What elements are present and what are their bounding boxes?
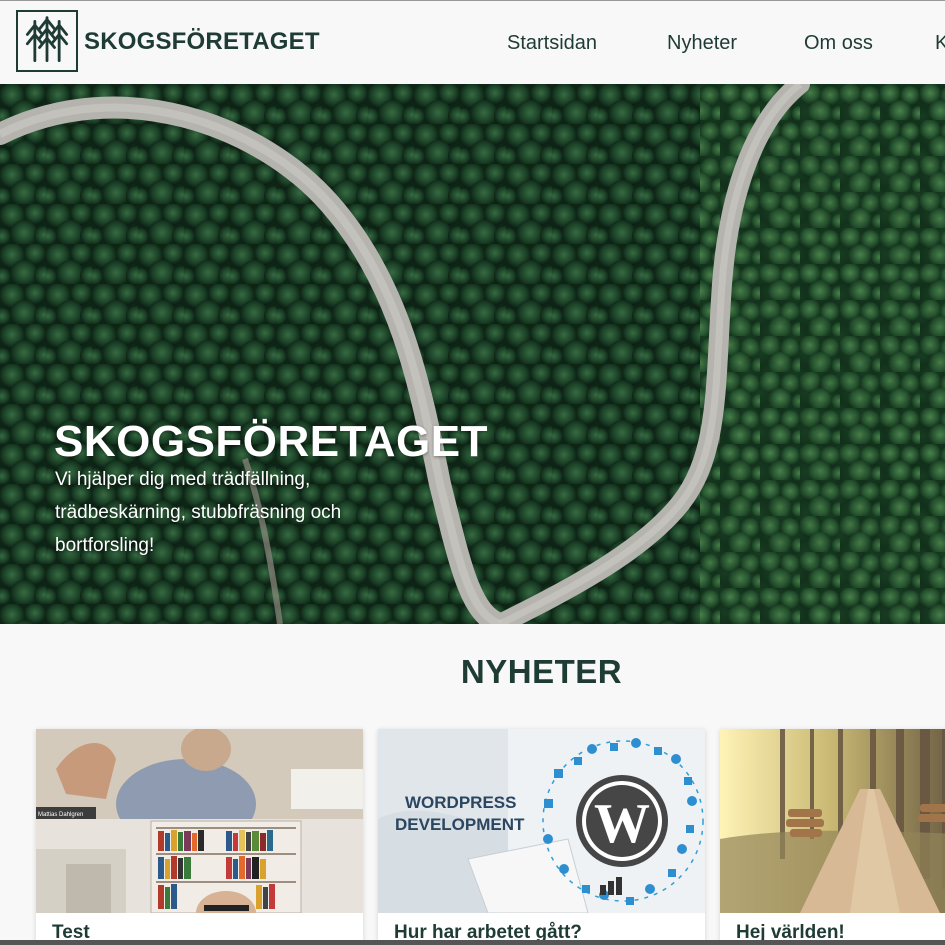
participant-name-label: Mattias Dahlgren	[38, 812, 83, 818]
brand-name[interactable]: SKOGSFÖRETAGET	[84, 28, 320, 56]
wordpress-development-image: WORDPRESS DEVELOPMENT W	[378, 729, 705, 913]
hero-title: SKOGSFÖRETAGET	[54, 417, 488, 466]
wordpress-text: WORDPRESS	[405, 793, 516, 812]
bottom-scroll-edge	[0, 940, 945, 945]
nav-startsidan[interactable]: Startsidan	[507, 32, 597, 55]
news-card-arbetet[interactable]: WORDPRESS DEVELOPMENT W Hur har arbetet …	[378, 729, 705, 945]
news-card-test[interactable]: Mattias Dahlgren Test	[36, 729, 363, 945]
svg-text:W: W	[594, 793, 650, 855]
news-card-hej-varlden[interactable]: Hej världen!	[720, 729, 945, 945]
site-header: SKOGSFÖRETAGET Startsidan Nyheter Om oss…	[0, 0, 945, 84]
hero-banner: SKOGSFÖRETAGET Vi hjälper dig med trädfä…	[0, 84, 945, 624]
news-heading: NYHETER	[460, 653, 623, 690]
nav-kontakt[interactable]: K	[935, 32, 945, 55]
video-call-image: Mattias Dahlgren	[36, 729, 363, 913]
forest-path-image	[720, 729, 945, 913]
nav-om-oss[interactable]: Om oss	[804, 32, 873, 55]
tree-logo-icon[interactable]	[16, 10, 78, 72]
nav-nyheter[interactable]: Nyheter	[667, 32, 737, 55]
hero-subtitle: Vi hjälper dig med trädfällning, trädbes…	[55, 469, 342, 556]
development-text: DEVELOPMENT	[395, 815, 525, 834]
